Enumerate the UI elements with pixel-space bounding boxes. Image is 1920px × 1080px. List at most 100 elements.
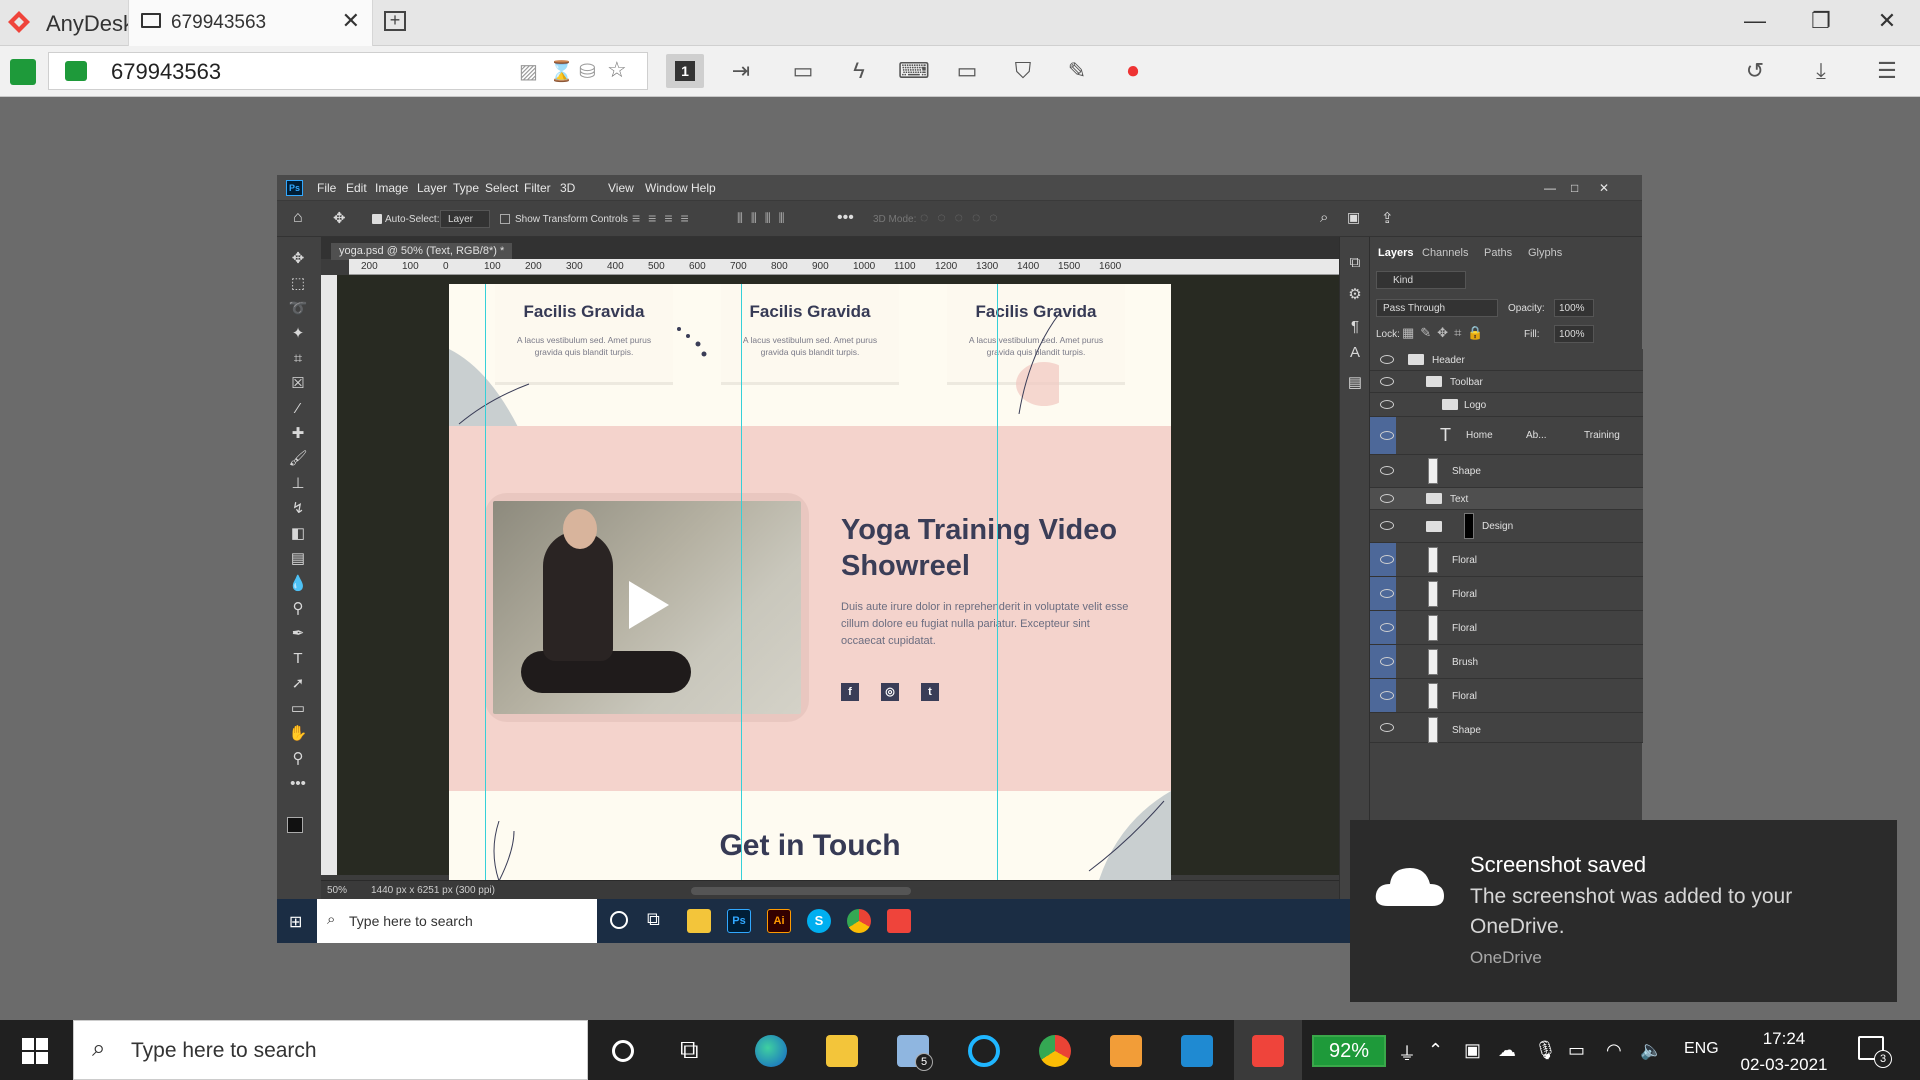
ps-maximize-icon[interactable]: □ bbox=[1571, 181, 1578, 195]
remote-start-icon[interactable]: ⊞ bbox=[289, 912, 302, 932]
crop-tool-icon[interactable]: ⌗ bbox=[288, 349, 308, 369]
download-icon[interactable]: ⤓ bbox=[1806, 56, 1836, 86]
play-icon[interactable] bbox=[629, 581, 669, 629]
show-transform-checkbox[interactable] bbox=[500, 214, 510, 224]
rectangle-tool-icon[interactable]: ▭ bbox=[288, 699, 308, 719]
more-tools-icon[interactable]: ••• bbox=[288, 774, 308, 794]
workspace-icon[interactable]: ▣ bbox=[1347, 209, 1360, 226]
menu-select[interactable]: Select bbox=[485, 181, 518, 195]
visibility-icon[interactable] bbox=[1380, 722, 1394, 732]
magic-wand-icon[interactable]: ✦ bbox=[288, 324, 308, 344]
monitor-select-button[interactable]: 1 bbox=[666, 54, 704, 88]
illustrator-taskbar-icon[interactable]: Ai bbox=[767, 909, 791, 933]
toast-notification[interactable]: Screenshot saved The screenshot was adde… bbox=[1350, 820, 1897, 1002]
layer-row[interactable]: Shape bbox=[1370, 713, 1643, 743]
file-transfer-icon[interactable]: ⇥ bbox=[726, 56, 756, 86]
wifi-icon[interactable]: ◠ bbox=[1606, 1040, 1622, 1061]
lock-icons[interactable]: ▦✎✥⌗🔒 bbox=[1402, 325, 1490, 341]
record-icon[interactable]: ⏺ bbox=[1118, 56, 1148, 86]
cortana-icon[interactable] bbox=[612, 1040, 634, 1062]
history-panel-icon[interactable]: ⧉ bbox=[1345, 253, 1365, 273]
layer-row[interactable]: Header bbox=[1370, 349, 1643, 371]
marquee-tool-icon[interactable]: ⬚ bbox=[288, 274, 308, 294]
sublime-text-icon[interactable] bbox=[1110, 1035, 1142, 1067]
menu-type[interactable]: Type bbox=[453, 181, 479, 195]
visibility-icon[interactable] bbox=[1380, 656, 1394, 666]
distribute-icons[interactable]: ⫴⫴⫴⫴ bbox=[737, 210, 793, 227]
session-tab[interactable]: 679943563 ✕ bbox=[128, 0, 373, 46]
battery-tray-icon[interactable]: ▭ bbox=[1568, 1040, 1585, 1061]
language-indicator[interactable]: ENG bbox=[1684, 1040, 1719, 1058]
microphone-icon[interactable]: 🎙 bbox=[1534, 1040, 1557, 1061]
layer-row[interactable]: Design bbox=[1370, 510, 1643, 543]
menu-help[interactable]: Help bbox=[691, 181, 716, 195]
onedrive-tray-icon[interactable]: ☁ bbox=[1498, 1040, 1516, 1061]
twitter-icon[interactable]: t bbox=[921, 683, 939, 701]
menu-layer[interactable]: Layer bbox=[417, 181, 447, 195]
layer-row[interactable]: Floral bbox=[1370, 611, 1643, 645]
document-size[interactable]: 1440 px x 6251 px (300 ppi) bbox=[371, 885, 495, 896]
layer-row[interactable]: T Home Ab... Training bbox=[1370, 417, 1643, 455]
history-icon[interactable]: ↺ bbox=[1740, 56, 1770, 86]
visibility-icon[interactable] bbox=[1380, 588, 1394, 598]
zoom-tool-icon[interactable]: ⚲ bbox=[288, 749, 308, 769]
chat-icon[interactable]: ▭ bbox=[788, 56, 818, 86]
healing-brush-icon[interactable]: ✚ bbox=[288, 424, 308, 444]
search-icon[interactable]: ⌕ bbox=[1320, 209, 1328, 226]
paragraph-panel-icon[interactable]: ¶ bbox=[1345, 317, 1365, 337]
new-tab-icon[interactable]: + bbox=[384, 11, 406, 31]
actions-icon[interactable]: ϟ bbox=[844, 56, 874, 86]
filter-kind-dropdown[interactable]: Kind bbox=[1376, 271, 1466, 289]
menu-window[interactable]: Window bbox=[645, 181, 688, 195]
cortana-icon[interactable] bbox=[610, 911, 628, 929]
display-icon[interactable]: ▭ bbox=[952, 56, 982, 86]
instagram-icon[interactable]: ◎ bbox=[881, 683, 899, 701]
visibility-icon[interactable] bbox=[1380, 376, 1394, 386]
foreground-color-swatch[interactable] bbox=[287, 817, 303, 833]
3d-mode-icons[interactable]: ◌◌◌◌◌ bbox=[920, 209, 1007, 225]
windows-start-icon[interactable] bbox=[22, 1038, 48, 1064]
align-icons[interactable]: ≡≡≡≡ bbox=[632, 210, 697, 226]
layer-row[interactable]: Floral bbox=[1370, 679, 1643, 713]
battery-indicator[interactable]: 92% bbox=[1312, 1035, 1386, 1067]
visibility-icon[interactable] bbox=[1380, 521, 1394, 530]
file-explorer-icon[interactable] bbox=[687, 909, 711, 933]
layer-row[interactable]: Floral bbox=[1370, 577, 1643, 611]
menu-view[interactable]: View bbox=[608, 181, 634, 195]
star-icon[interactable]: ☆ bbox=[607, 57, 627, 83]
visibility-icon[interactable] bbox=[1380, 690, 1394, 700]
file-explorer-icon[interactable] bbox=[826, 1035, 858, 1067]
document-tab[interactable]: yoga.psd @ 50% (Text, RGB/8*) * bbox=[331, 243, 513, 260]
keyboard-icon[interactable]: ⌨ bbox=[898, 56, 930, 86]
ps-close-icon[interactable]: ✕ bbox=[1599, 181, 1609, 195]
hourglass-icon[interactable]: ⌛ bbox=[549, 59, 574, 84]
brush-tool-icon[interactable]: 🖌 bbox=[288, 449, 308, 469]
ps-minimize-icon[interactable]: — bbox=[1544, 181, 1556, 195]
more-options-icon[interactable]: ••• bbox=[837, 209, 854, 227]
anydesk-taskbar-button[interactable] bbox=[1234, 1020, 1302, 1080]
chrome-icon[interactable] bbox=[847, 909, 871, 933]
layer-row[interactable]: Brush bbox=[1370, 645, 1643, 679]
menu-filter[interactable]: Filter bbox=[524, 181, 551, 195]
visibility-icon[interactable] bbox=[1380, 430, 1394, 440]
dodge-tool-icon[interactable]: ⚲ bbox=[288, 599, 308, 619]
restore-icon[interactable]: ❐ bbox=[1801, 8, 1841, 34]
visibility-icon[interactable] bbox=[1380, 554, 1394, 564]
clock[interactable]: 17:24 02-03-2021 bbox=[1734, 1026, 1834, 1078]
close-icon[interactable]: ✕ bbox=[1867, 8, 1907, 34]
move-tool-icon[interactable]: ✥ bbox=[333, 209, 346, 227]
vscode-icon[interactable] bbox=[1181, 1035, 1213, 1067]
tab-layers[interactable]: Layers bbox=[1378, 247, 1413, 259]
opacity-input[interactable]: 100% bbox=[1554, 299, 1594, 317]
taskbar-search-box[interactable]: ⌕ Type here to search bbox=[73, 1020, 588, 1080]
facebook-icon[interactable]: f bbox=[841, 683, 859, 701]
visibility-icon[interactable] bbox=[1380, 399, 1394, 409]
video-thumbnail[interactable] bbox=[493, 501, 801, 714]
menu-icon[interactable]: ☰ bbox=[1872, 56, 1902, 86]
layer-dropdown[interactable]: Layer bbox=[440, 210, 490, 228]
frame-tool-icon[interactable]: ☒ bbox=[288, 374, 308, 394]
eyedropper-icon[interactable]: ⁄ bbox=[288, 399, 308, 419]
menu-3d[interactable]: 3D bbox=[560, 181, 575, 195]
task-view-icon[interactable]: ⧉ bbox=[647, 909, 660, 930]
database-icon[interactable]: ⛁ bbox=[579, 59, 596, 84]
